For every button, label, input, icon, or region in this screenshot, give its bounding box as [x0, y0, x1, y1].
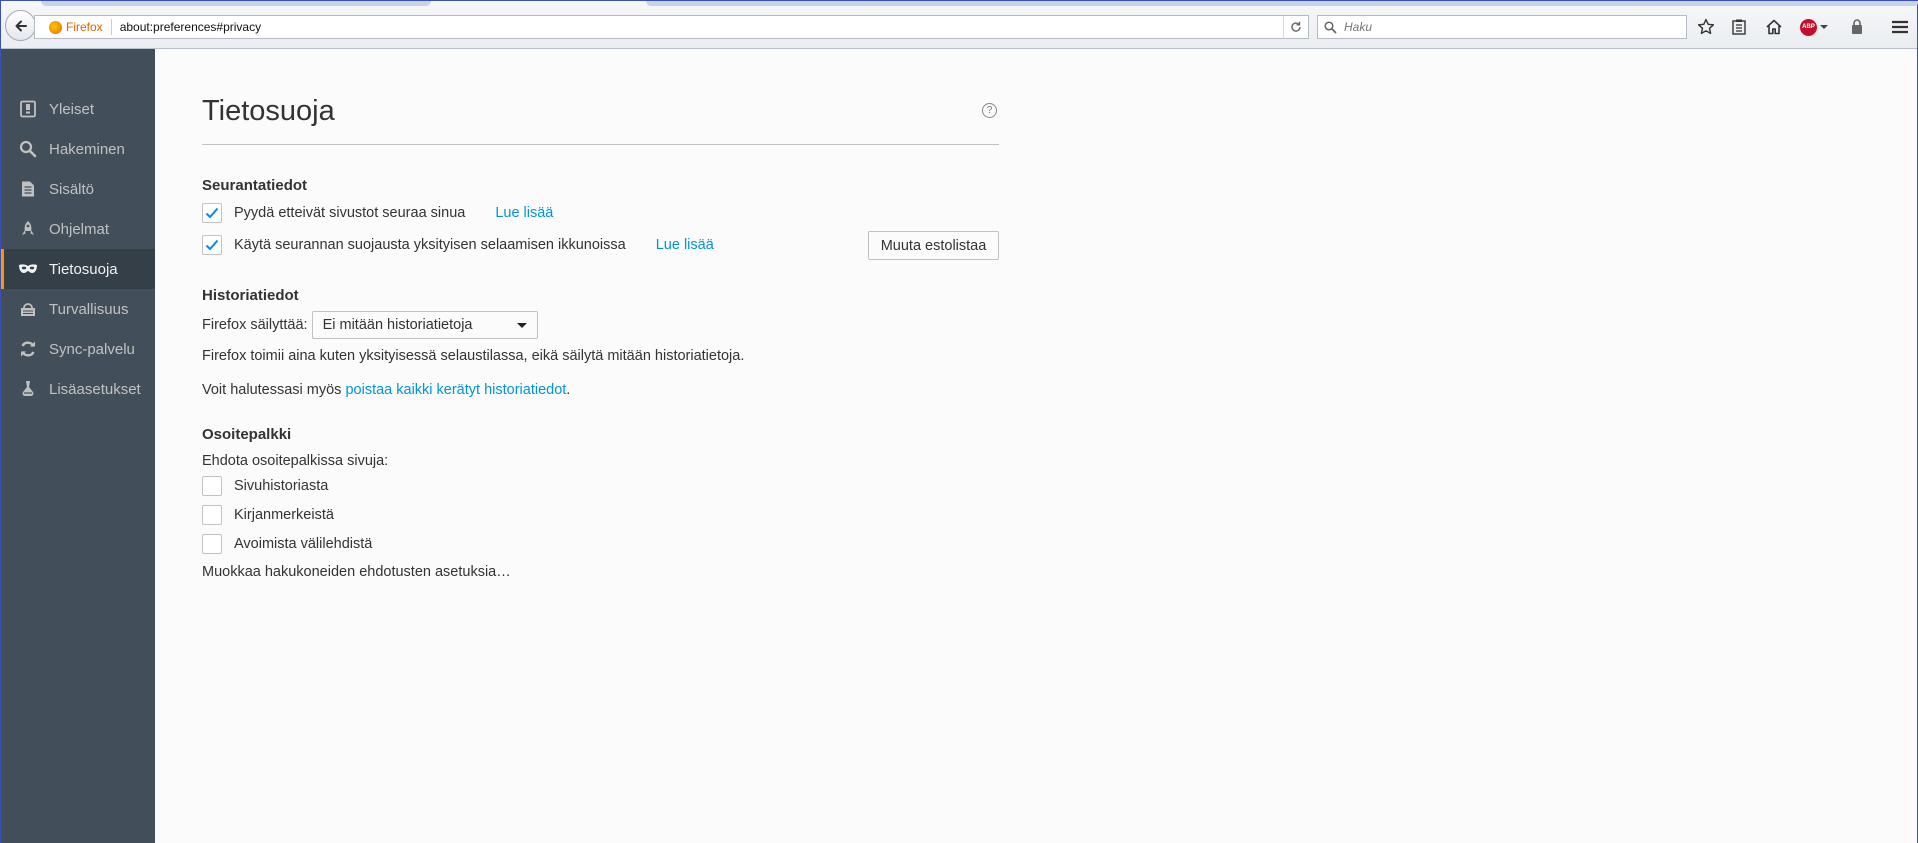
lock-icon [1852, 19, 1862, 34]
privacy-mask-icon [17, 258, 39, 280]
suggest-bookmarks-checkbox[interactable] [202, 505, 222, 525]
sidebar-item-label: Sisältö [49, 180, 95, 198]
sidebar-item-applications[interactable]: Ohjelmat [1, 209, 155, 249]
sidebar-item-security[interactable]: Turvallisuus [1, 289, 155, 329]
sidebar-item-search[interactable]: Hakeminen [1, 129, 155, 169]
hamburger-menu-icon [1892, 20, 1908, 34]
sidebar-item-label: Lisäasetukset [49, 380, 141, 398]
navigation-toolbar: Firefox about:preferences#privacy Haku A… [1, 1, 1918, 49]
url-bar[interactable]: Firefox about:preferences#privacy [34, 15, 1309, 39]
help-icon: ? [986, 105, 993, 116]
suggest-history-label[interactable]: Sivuhistoriasta [234, 478, 328, 494]
clear-history-prefix: Voit halutessasi myös [202, 382, 346, 398]
url-input[interactable]: about:preferences#privacy [120, 20, 1283, 34]
suggest-open-tabs-row: Avoimista välilehdistä [202, 534, 372, 554]
suggest-open-tabs-checkbox[interactable] [202, 534, 222, 554]
suggest-open-tabs-label[interactable]: Avoimista välilehdistä [234, 536, 372, 552]
applications-icon [17, 218, 39, 240]
search-input[interactable] [1342, 19, 1686, 35]
sidebar-item-advanced[interactable]: Lisäasetukset [1, 369, 155, 409]
sidebar-item-label: Ohjelmat [49, 220, 110, 238]
dnt-checkbox[interactable] [202, 203, 222, 223]
security-icon [17, 298, 39, 320]
sidebar-item-label: Yleiset [49, 100, 95, 118]
star-icon [1697, 18, 1715, 35]
history-mode-label: Firefox säilyttää: [202, 317, 308, 333]
sidebar-item-general[interactable]: Yleiset [1, 89, 155, 129]
bookmarks-list-icon [1732, 19, 1746, 35]
sidebar-item-label: Tietosuoja [49, 260, 118, 278]
bookmark-star-button[interactable] [1695, 16, 1717, 38]
tracking-protection-label[interactable]: Käytä seurannan suojausta yksityisen sel… [234, 237, 626, 253]
history-mode-row: Firefox säilyttää: Ei mitään historiatie… [202, 311, 538, 339]
content-icon [17, 178, 39, 200]
suggest-bookmarks-label[interactable]: Kirjanmerkeistä [234, 507, 334, 523]
home-icon [1766, 19, 1782, 35]
history-mode-select[interactable]: Ei mitään historiatietoja [311, 311, 538, 339]
identity-box[interactable]: Firefox [41, 20, 103, 34]
header-divider [202, 144, 999, 145]
sidebar-item-content[interactable]: Sisältö [1, 169, 155, 209]
tracking-protection-row: Käytä seurannan suojausta yksityisen sel… [202, 235, 714, 255]
search-icon[interactable] [1318, 20, 1342, 34]
suggest-history-row: Sivuhistoriasta [202, 476, 328, 496]
extension-button[interactable] [1846, 16, 1868, 38]
adblock-plus-button[interactable]: ABP [1800, 16, 1834, 38]
sidebar-item-label: Sync-palvelu [49, 340, 135, 358]
advanced-icon [17, 378, 39, 400]
tracking-heading: Seurantatiedot [202, 177, 308, 194]
clear-history-link[interactable]: poistaa kaikki kerätyt historiatiedot [345, 382, 566, 398]
suggest-history-checkbox[interactable] [202, 476, 222, 496]
checkmark-icon [205, 239, 219, 251]
checkmark-icon [205, 207, 219, 219]
search-icon [17, 138, 39, 160]
search-bar[interactable] [1317, 15, 1687, 39]
bookmarks-menu-button[interactable] [1728, 16, 1750, 38]
suggest-label: Ehdota osoitepalkissa sivuja: [202, 453, 389, 469]
tab-strip-edge [41, 1, 431, 6]
preferences-pane: Tietosuoja ? Seurantatiedot Pyydä etteiv… [155, 49, 1917, 843]
change-blocklist-button[interactable]: Muuta estolistaa [868, 231, 999, 260]
identity-separator [110, 19, 112, 35]
sidebar-item-sync[interactable]: Sync-palvelu [1, 329, 155, 369]
clear-history-row: Voit halutessasi myös poistaa kaikki ker… [202, 382, 570, 398]
change-blocklist-label: Muuta estolistaa [880, 237, 987, 254]
tab-strip-edge-right [646, 1, 1918, 6]
history-description: Firefox toimii aina kuten yksityisessä s… [202, 348, 745, 364]
clear-history-suffix: . [566, 382, 571, 398]
categories-sidebar: Yleiset Hakeminen Sisältö Ohjelmat Tieto… [1, 49, 155, 843]
chevron-down-icon [516, 323, 527, 328]
sidebar-item-label: Turvallisuus [49, 300, 129, 318]
suggest-bookmarks-row: Kirjanmerkeistä [202, 505, 334, 525]
sidebar-item-label: Hakeminen [49, 140, 125, 158]
back-arrow-icon [15, 20, 27, 31]
general-icon [17, 98, 39, 120]
home-button[interactable] [1763, 16, 1785, 38]
locationbar-heading: Osoitepalkki [202, 426, 292, 443]
help-button[interactable]: ? [982, 103, 997, 118]
reload-button[interactable] [1283, 16, 1308, 38]
identity-label: Firefox [66, 20, 103, 34]
menu-button[interactable] [1889, 16, 1911, 38]
history-heading: Historiatiedot [202, 287, 299, 304]
back-button[interactable] [5, 10, 36, 41]
firefox-logo-icon [49, 20, 62, 34]
history-mode-value: Ei mitään historiatietoja [322, 317, 473, 333]
search-suggestions-settings-link[interactable]: Muokkaa hakukoneiden ehdotusten asetuksi… [202, 564, 511, 580]
dnt-learn-more-link[interactable]: Lue lisää [495, 205, 553, 221]
adblock-plus-icon: ABP [1800, 18, 1817, 36]
tracking-protection-learn-more-link[interactable]: Lue lisää [656, 237, 714, 253]
sidebar-item-privacy[interactable]: Tietosuoja [1, 249, 155, 289]
page-title: Tietosuoja [202, 95, 335, 127]
reload-icon [1291, 21, 1301, 32]
sync-icon [17, 338, 39, 360]
tracking-protection-checkbox[interactable] [202, 235, 222, 255]
chevron-down-icon [1820, 25, 1828, 29]
dnt-label[interactable]: Pyydä etteivät sivustot seuraa sinua [234, 205, 465, 221]
dnt-row: Pyydä etteivät sivustot seuraa sinua Lue… [202, 203, 553, 223]
